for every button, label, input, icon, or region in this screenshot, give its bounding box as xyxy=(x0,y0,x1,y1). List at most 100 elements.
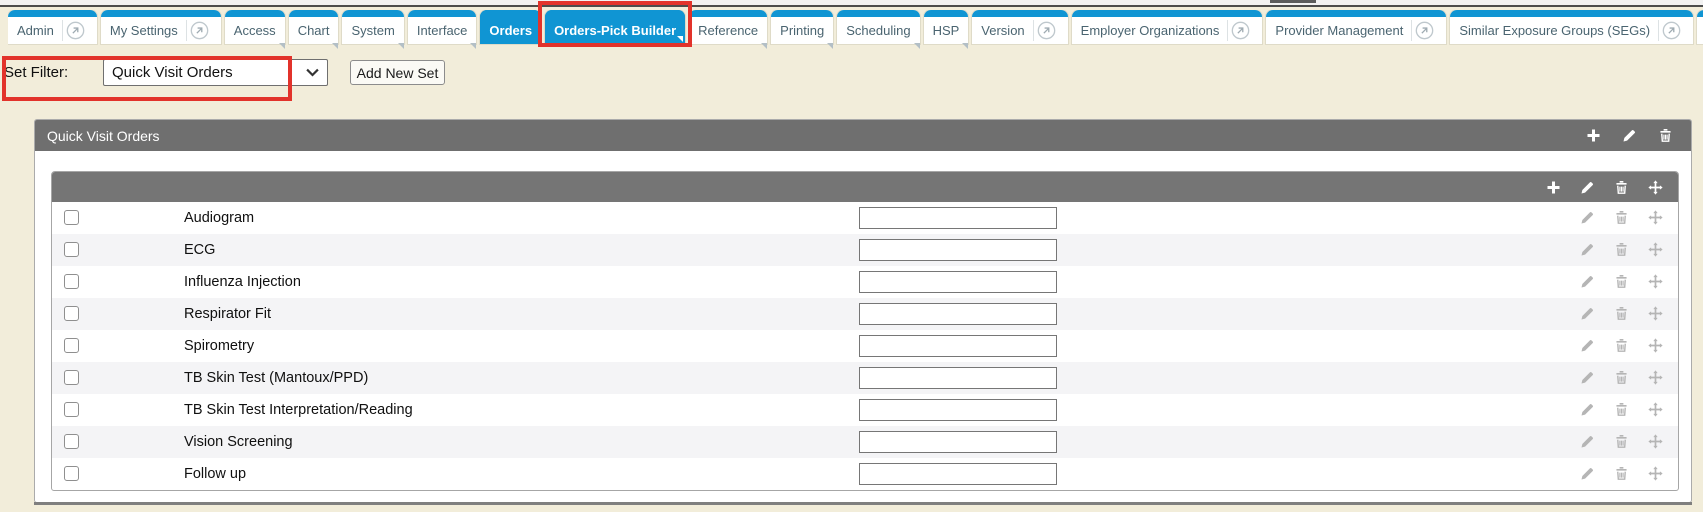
bottom-divider xyxy=(34,502,1692,505)
set-filter-select[interactable]: Quick Visit Orders xyxy=(103,59,328,86)
external-link-icon[interactable] xyxy=(1411,20,1437,41)
panel-title: Quick Visit Orders xyxy=(47,128,160,144)
delete-icon[interactable] xyxy=(1604,370,1638,385)
add-new-set-button[interactable]: Add New Set xyxy=(350,60,445,85)
tab-hsp[interactable]: HSP xyxy=(924,10,969,44)
add-icon[interactable] xyxy=(1575,128,1611,143)
edit-icon[interactable] xyxy=(1570,338,1604,353)
move-icon[interactable] xyxy=(1638,402,1672,417)
tab-body: Similar Exposure Groups (SEGs) xyxy=(1450,17,1693,44)
order-text-input[interactable] xyxy=(859,271,1057,293)
tab-reference[interactable]: Reference xyxy=(689,10,767,44)
delete-icon[interactable] xyxy=(1604,180,1638,195)
order-name: Spirometry xyxy=(184,338,254,354)
edit-icon[interactable] xyxy=(1570,370,1604,385)
edit-icon[interactable] xyxy=(1611,128,1647,143)
tab-printing[interactable]: Printing xyxy=(771,10,833,44)
delete-icon[interactable] xyxy=(1604,434,1638,449)
edit-icon[interactable] xyxy=(1570,434,1604,449)
external-link-icon[interactable] xyxy=(1227,20,1253,41)
move-icon[interactable] xyxy=(1638,180,1672,195)
order-text-input[interactable] xyxy=(859,367,1057,389)
move-icon[interactable] xyxy=(1638,210,1672,225)
tab-system[interactable]: System xyxy=(342,10,403,44)
move-icon[interactable] xyxy=(1638,434,1672,449)
delete-icon[interactable] xyxy=(1647,128,1683,143)
edit-icon[interactable] xyxy=(1570,210,1604,225)
delete-icon[interactable] xyxy=(1604,306,1638,321)
external-link-icon[interactable] xyxy=(1033,20,1059,41)
row-checkbox[interactable] xyxy=(64,402,79,417)
move-icon[interactable] xyxy=(1638,466,1672,481)
tab-access[interactable]: Access xyxy=(225,10,285,44)
edit-icon[interactable] xyxy=(1570,180,1604,195)
tab-accent-strip xyxy=(1697,10,1703,17)
row-checkbox[interactable] xyxy=(64,210,79,225)
tab-interface[interactable]: Interface xyxy=(408,10,477,44)
tab-work-le[interactable]: Work Le xyxy=(1697,10,1703,44)
table-row: TB Skin Test Interpretation/Reading xyxy=(52,394,1678,426)
tab-orders[interactable]: Orders xyxy=(480,10,541,44)
order-text-input[interactable] xyxy=(859,399,1057,421)
tab-employer-organizations[interactable]: Employer Organizations xyxy=(1072,10,1263,44)
row-checkbox[interactable] xyxy=(64,274,79,289)
tab-label: Orders xyxy=(489,23,532,38)
row-checkbox[interactable] xyxy=(64,466,79,481)
add-icon[interactable] xyxy=(1536,180,1570,195)
order-text-input[interactable] xyxy=(859,335,1057,357)
row-checkbox[interactable] xyxy=(64,306,79,321)
row-actions xyxy=(1570,370,1672,385)
edit-icon[interactable] xyxy=(1570,466,1604,481)
delete-icon[interactable] xyxy=(1604,402,1638,417)
tab-accent-strip xyxy=(480,10,541,17)
tab-orders-pick-builder[interactable]: Orders-Pick Builder xyxy=(545,10,685,44)
delete-icon[interactable] xyxy=(1604,338,1638,353)
delete-icon[interactable] xyxy=(1604,274,1638,289)
move-icon[interactable] xyxy=(1638,370,1672,385)
row-actions xyxy=(1570,242,1672,257)
tab-accent-strip xyxy=(1072,10,1263,17)
edit-icon[interactable] xyxy=(1570,242,1604,257)
edit-icon[interactable] xyxy=(1570,274,1604,289)
row-checkbox[interactable] xyxy=(64,338,79,353)
tab-body: HSP xyxy=(924,17,969,44)
set-filter-value: Quick Visit Orders xyxy=(112,64,233,81)
tab-accent-strip xyxy=(1266,10,1446,17)
submenu-notch-icon xyxy=(470,43,476,49)
order-text-input[interactable] xyxy=(859,303,1057,325)
delete-icon[interactable] xyxy=(1604,242,1638,257)
tab-body: Version xyxy=(972,17,1067,44)
tab-label: Reference xyxy=(698,23,758,38)
order-text-input[interactable] xyxy=(859,239,1057,261)
move-icon[interactable] xyxy=(1638,242,1672,257)
delete-icon[interactable] xyxy=(1604,210,1638,225)
edit-icon[interactable] xyxy=(1570,402,1604,417)
row-actions xyxy=(1570,210,1672,225)
move-icon[interactable] xyxy=(1638,274,1672,289)
row-checkbox[interactable] xyxy=(64,370,79,385)
order-text-input[interactable] xyxy=(859,207,1057,229)
order-text-input[interactable] xyxy=(859,463,1057,485)
tab-version[interactable]: Version xyxy=(972,10,1067,44)
row-checkbox[interactable] xyxy=(64,434,79,449)
external-link-icon[interactable] xyxy=(186,20,212,41)
delete-icon[interactable] xyxy=(1604,466,1638,481)
row-checkbox[interactable] xyxy=(64,242,79,257)
tab-provider-management[interactable]: Provider Management xyxy=(1266,10,1446,44)
set-filter-label: Set Filter: xyxy=(4,64,68,81)
tab-my-settings[interactable]: My Settings xyxy=(101,10,221,44)
tab-chart[interactable]: Chart xyxy=(289,10,339,44)
tab-accent-strip xyxy=(408,10,477,17)
orders-table-toolbar xyxy=(52,172,1678,202)
tab-body: Orders xyxy=(480,17,541,44)
external-link-icon[interactable] xyxy=(62,20,88,41)
external-link-icon[interactable] xyxy=(1658,20,1684,41)
tab-accent-strip xyxy=(837,10,919,17)
move-icon[interactable] xyxy=(1638,338,1672,353)
edit-icon[interactable] xyxy=(1570,306,1604,321)
tab-admin[interactable]: Admin xyxy=(8,10,97,44)
tab-scheduling[interactable]: Scheduling xyxy=(837,10,919,44)
tab-similar-exposure-groups-segs[interactable]: Similar Exposure Groups (SEGs) xyxy=(1450,10,1693,44)
move-icon[interactable] xyxy=(1638,306,1672,321)
order-text-input[interactable] xyxy=(859,431,1057,453)
